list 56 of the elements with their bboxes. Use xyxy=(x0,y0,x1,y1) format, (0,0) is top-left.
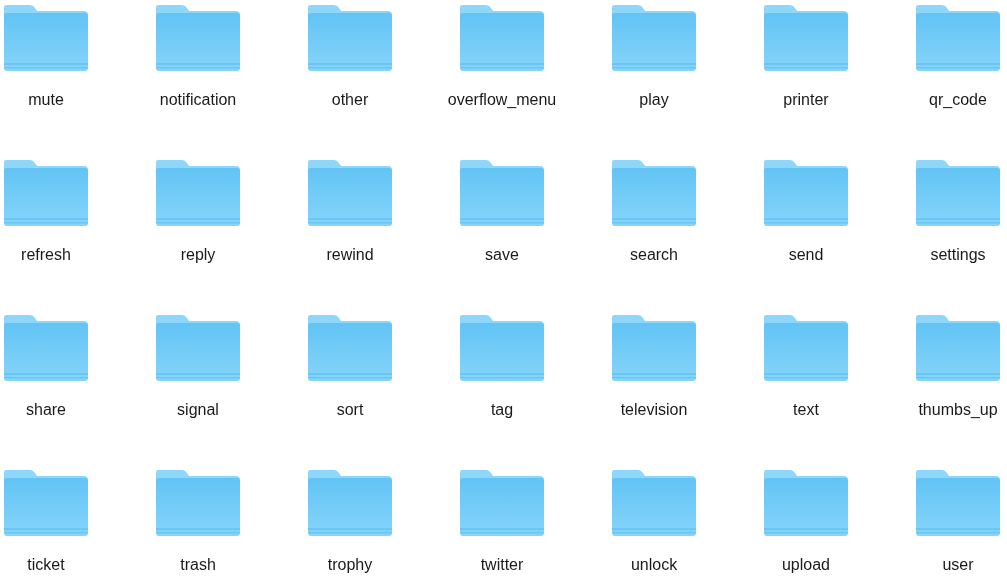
folder-name: mute xyxy=(28,90,64,110)
folder-icon[interactable] xyxy=(612,5,696,71)
folder-icon[interactable] xyxy=(612,160,696,226)
folder-name: tag xyxy=(490,400,514,420)
folder-name: trash xyxy=(180,555,216,575)
folder-icon[interactable] xyxy=(764,470,848,536)
folder-icon[interactable] xyxy=(4,315,88,381)
folder-icon[interactable] xyxy=(156,470,240,536)
folder-icon[interactable] xyxy=(4,470,88,536)
folder-name: text xyxy=(793,400,819,420)
folder-icon[interactable] xyxy=(460,315,544,381)
folder-icon[interactable] xyxy=(916,5,1000,71)
folder-icon[interactable] xyxy=(156,5,240,71)
folder-name: television xyxy=(620,400,688,420)
folder-icon[interactable] xyxy=(764,5,848,71)
folder-name: notification xyxy=(159,90,237,110)
folder-icon[interactable] xyxy=(460,470,544,536)
folder-name: thumbs_up xyxy=(918,400,998,420)
folder-name: ticket xyxy=(27,555,65,575)
folder-icon[interactable] xyxy=(156,160,240,226)
folder-name: overflow_menu xyxy=(447,90,557,110)
folder-icon[interactable] xyxy=(764,160,848,226)
folder-name: refresh xyxy=(21,245,71,265)
folder-name: save xyxy=(485,245,519,265)
folder-icon[interactable] xyxy=(460,5,544,71)
folder-name: settings xyxy=(930,245,986,265)
folder-icon[interactable] xyxy=(612,470,696,536)
folder-name: send xyxy=(788,245,824,265)
folder-icon[interactable] xyxy=(156,315,240,381)
folder-name: sort xyxy=(336,400,364,420)
folder-icon[interactable] xyxy=(308,160,392,226)
folder-icon[interactable] xyxy=(308,315,392,381)
folder-name: other xyxy=(331,90,369,110)
folder-name: upload xyxy=(781,555,830,575)
folder-icon[interactable] xyxy=(612,315,696,381)
folder-icon[interactable] xyxy=(308,470,392,536)
folder-name: signal xyxy=(177,400,219,420)
folder-icon[interactable] xyxy=(460,160,544,226)
folder-name: play xyxy=(639,90,669,110)
folder-icon[interactable] xyxy=(916,315,1000,381)
folder-icon[interactable] xyxy=(916,160,1000,226)
folder-name: user xyxy=(942,555,974,575)
folder-name: unlock xyxy=(630,555,678,575)
folder-icon[interactable] xyxy=(308,5,392,71)
folder-icon[interactable] xyxy=(764,315,848,381)
folder-name: qr_code xyxy=(929,90,987,110)
folder-icon[interactable] xyxy=(4,5,88,71)
folder-icon[interactable] xyxy=(4,160,88,226)
folder-name: twitter xyxy=(480,555,524,575)
folder-name: printer xyxy=(783,90,829,110)
folder-name: rewind xyxy=(326,245,374,265)
folder-name: share xyxy=(26,400,66,420)
folder-name: reply xyxy=(180,245,216,265)
folder-name: trophy xyxy=(327,555,373,575)
folder-name: search xyxy=(630,245,678,265)
folder-icon[interactable] xyxy=(916,470,1000,536)
